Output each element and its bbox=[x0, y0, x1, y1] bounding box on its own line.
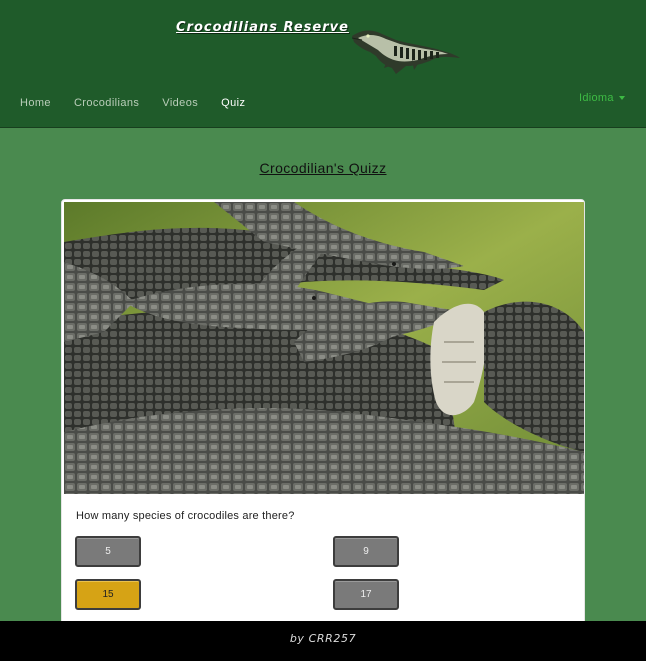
nav-crocodilians[interactable]: Crocodilians bbox=[74, 97, 139, 109]
caret-down-icon bbox=[618, 96, 625, 101]
answer-button-5[interactable]: 5 bbox=[75, 536, 141, 567]
quiz-title: Crocodilian's Quizz bbox=[259, 160, 387, 176]
language-dropdown[interactable]: Idioma bbox=[579, 92, 625, 104]
quiz-card: How many species of crocodiles are there… bbox=[61, 199, 585, 629]
answer-button-17[interactable]: 17 bbox=[333, 579, 399, 610]
answer-button-9[interactable]: 9 bbox=[333, 536, 399, 567]
site-footer: by CRR257 bbox=[0, 621, 646, 661]
main-nav: Home Crocodilians Videos Quiz bbox=[20, 97, 268, 109]
site-brand[interactable]: Crocodilians Reserve bbox=[176, 20, 349, 35]
language-label: Idioma bbox=[579, 92, 614, 104]
nav-quiz[interactable]: Quiz bbox=[221, 97, 245, 109]
nav-videos[interactable]: Videos bbox=[162, 97, 198, 109]
crocodiles-photo bbox=[64, 202, 584, 494]
answer-button-15[interactable]: 15 bbox=[75, 579, 141, 610]
site-header: Crocodilians Reserve Home Crocodilians V… bbox=[0, 0, 646, 128]
nav-home[interactable]: Home bbox=[20, 97, 51, 109]
footer-credit: by CRR257 bbox=[289, 632, 357, 645]
quiz-question: How many species of crocodiles are there… bbox=[76, 510, 295, 522]
crocodile-logo-icon bbox=[351, 30, 460, 74]
